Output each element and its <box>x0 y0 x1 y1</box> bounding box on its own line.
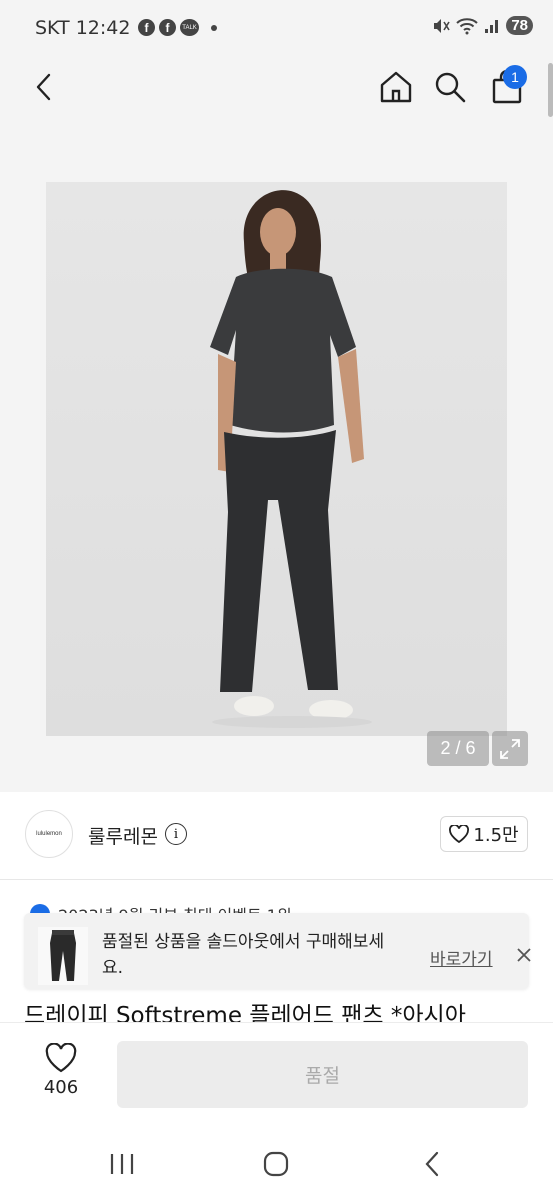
info-icon[interactable]: i <box>165 823 187 845</box>
expand-icon <box>500 738 520 759</box>
soldout-button[interactable]: 품절 <box>117 1041 528 1108</box>
go-now-link[interactable]: 바로가기 <box>430 945 493 970</box>
like-button[interactable]: 406 <box>36 1043 86 1105</box>
expand-button[interactable] <box>492 731 528 766</box>
mute-icon <box>434 18 450 33</box>
scroll-indicator <box>548 63 553 117</box>
toast-message: 품절된 상품을 솔드아웃에서 구매해보세요. <box>102 932 385 978</box>
store-row: lululemon 룰루레몬 i 1.5만 <box>0 792 553 880</box>
search-icon <box>435 72 466 103</box>
toast-thumbnail <box>38 927 88 985</box>
store-name[interactable]: 룰루레몬 <box>88 822 158 849</box>
heart-icon <box>45 1043 77 1073</box>
image-counter: 2 / 6 <box>427 731 489 766</box>
bottom-action-bar: 406 품절 <box>0 1022 553 1132</box>
like-count: 406 <box>43 1077 79 1098</box>
home-icon <box>380 71 412 103</box>
recent-apps-button[interactable] <box>102 1146 142 1182</box>
search-button[interactable] <box>430 66 470 108</box>
home-nav-button[interactable] <box>256 1146 296 1182</box>
model-illustration <box>210 190 372 728</box>
product-gallery[interactable]: 2 / 6 <box>0 120 553 792</box>
home-button[interactable] <box>376 66 416 108</box>
system-nav-bar <box>0 1132 553 1200</box>
wifi-icon <box>456 17 479 34</box>
back-icon <box>36 73 51 101</box>
product-photo[interactable] <box>46 182 507 736</box>
talk-icon: TALK <box>180 19 199 36</box>
facebook-icon: f <box>159 19 176 36</box>
follower-count: 1.5만 <box>473 825 519 846</box>
battery-level: 78 <box>506 16 533 35</box>
facebook-icon: f <box>138 19 155 36</box>
store-logo-text: lululemon <box>36 831 62 837</box>
heart-icon <box>449 825 470 843</box>
back-button[interactable] <box>24 66 64 108</box>
dot-icon <box>211 24 217 31</box>
cart-count-badge: 1 <box>503 65 527 89</box>
signal-icon <box>485 19 499 33</box>
toast-close-button[interactable] <box>512 943 536 967</box>
pants-thumbnail-image <box>50 930 76 981</box>
close-icon <box>517 948 531 962</box>
home-circle-icon <box>263 1151 289 1177</box>
store-logo[interactable]: lululemon <box>25 810 73 858</box>
system-icons: 78 <box>432 16 533 35</box>
status-time: SKT 12:42 <box>35 17 131 39</box>
app-header <box>0 56 553 120</box>
recent-apps-icon <box>110 1154 134 1174</box>
soldout-toast: 품절된 상품을 솔드아웃에서 구매해보세요. 바로가기 <box>24 913 531 989</box>
back-nav-button[interactable] <box>412 1146 452 1182</box>
back-nav-icon <box>425 1151 439 1177</box>
follow-button[interactable]: 1.5만 <box>440 816 528 852</box>
notification-icons: f f TALK <box>138 19 217 36</box>
status-bar: SKT 12:42 f f TALK 78 <box>0 0 553 56</box>
